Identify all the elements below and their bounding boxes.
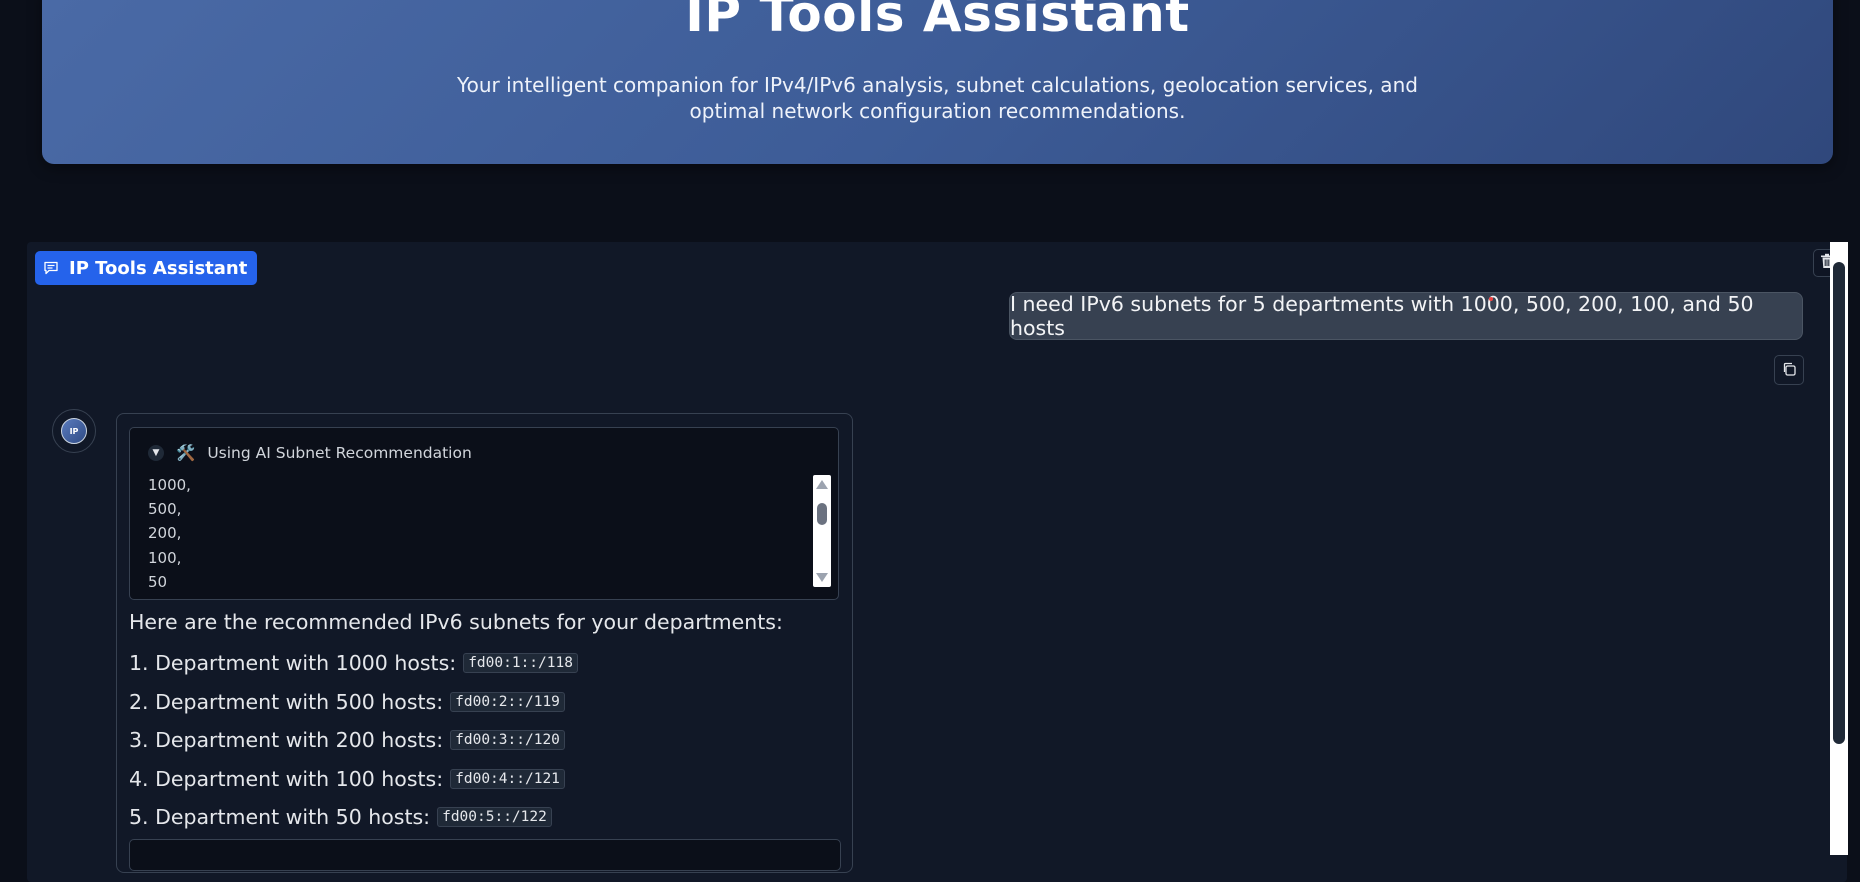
chatbot-label: IP Tools Assistant: [69, 257, 248, 279]
copy-icon: [1782, 361, 1796, 380]
chatbot-label-badge: IP Tools Assistant: [35, 251, 258, 285]
list-item-text: 5. Department with 50 hosts:: [129, 805, 431, 830]
list-item: 3. Department with 200 hosts: fd00:3::/1…: [129, 721, 578, 760]
list-item: 5. Department with 50 hosts: fd00:5::/12…: [129, 798, 578, 837]
list-item: 2. Department with 500 hosts: fd00:2::/1…: [129, 683, 578, 722]
scroll-down-arrow-icon[interactable]: [816, 573, 828, 582]
tools-emoji-icon: 🛠️: [176, 444, 196, 462]
scroll-up-arrow-icon[interactable]: [816, 480, 828, 489]
tool-call-scrollbar-thumb[interactable]: [817, 503, 827, 525]
subnet-code: fd00:4::/121: [450, 768, 565, 789]
list-item: 4. Department with 100 hosts: fd00:4::/1…: [129, 760, 578, 799]
tool-call-label: Using AI Subnet Recommendation: [207, 444, 472, 462]
page-title: IP Tools Assistant: [685, 0, 1190, 43]
list-item-text: 2. Department with 500 hosts:: [129, 689, 444, 714]
bot-avatar: IP: [52, 409, 96, 453]
user-message: I need IPv6 subnets for 5 departments wi…: [1009, 292, 1803, 340]
cursor-marker: [1489, 297, 1493, 301]
list-item-text: 4. Department with 100 hosts:: [129, 766, 444, 791]
chat-scrollbar-thumb[interactable]: [1833, 262, 1845, 744]
answer-intro: Here are the recommended IPv6 subnets fo…: [129, 610, 783, 634]
page-subtitle: Your intelligent companion for IPv4/IPv6…: [457, 73, 1418, 123]
tool-arg-line: 1000,: [148, 476, 191, 494]
subnet-code: fd00:5::/122: [437, 807, 552, 828]
subnet-code: fd00:3::/120: [450, 730, 565, 751]
tool-call-header[interactable]: ▼ 🛠️ Using AI Subnet Recommendation: [148, 444, 472, 462]
tool-arg-line: 50: [148, 572, 168, 591]
tool-call-scrollbar[interactable]: [813, 475, 831, 587]
copy-message-button[interactable]: [1774, 355, 1804, 385]
chevron-down-icon[interactable]: ▼: [148, 445, 164, 461]
hero-banner: IP Tools Assistant Your intelligent comp…: [42, 0, 1833, 164]
next-tool-call-panel: [129, 839, 841, 871]
tool-arg-line: 200,: [148, 524, 182, 543]
tool-arg-line: 500,: [148, 500, 182, 519]
subnet-list: 1. Department with 1000 hosts: fd00:1::/…: [129, 644, 578, 837]
tool-arg-line: 100,: [148, 548, 182, 567]
subnet-code: fd00:1::/118: [463, 653, 578, 674]
list-item-text: 1. Department with 1000 hosts:: [129, 651, 457, 676]
user-message-text: I need IPv6 subnets for 5 departments wi…: [1010, 292, 1754, 340]
list-item-text: 3. Department with 200 hosts:: [129, 728, 444, 753]
bot-avatar-logo: IP: [61, 418, 87, 444]
list-item: 1. Department with 1000 hosts: fd00:1::/…: [129, 644, 578, 683]
tool-call-args: 1000, 500, 200, 100, 50: [148, 473, 191, 594]
subnet-code: fd00:2::/119: [450, 691, 565, 712]
chat-bubble-icon: [43, 260, 59, 276]
